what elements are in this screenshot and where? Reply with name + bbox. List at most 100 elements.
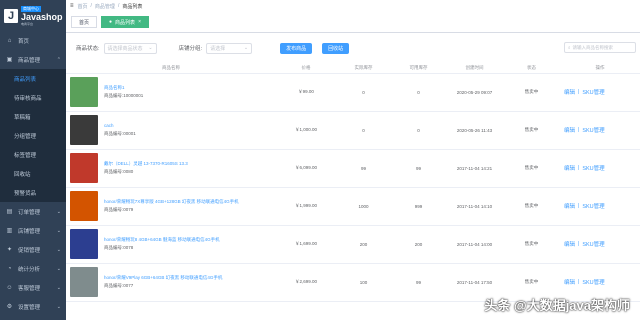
- home-icon: ⌂: [7, 37, 12, 44]
- sidebar-subitem-groups[interactable]: 分组管理: [0, 126, 66, 145]
- created-cell: 2020-05-29 09:07: [446, 73, 503, 112]
- edit-button[interactable]: 编辑: [564, 126, 575, 134]
- sidebar-subitem-recycle[interactable]: 回收站: [0, 164, 66, 183]
- divider: |: [578, 241, 580, 247]
- sidebar-item-service[interactable]: ☺ 客服管理 ⌄: [0, 278, 66, 297]
- header-price[interactable]: 价格: [276, 63, 336, 74]
- sidebar-item-orders[interactable]: ▤ 订单管理 ⌄: [0, 202, 66, 221]
- sidebar-item-settings[interactable]: ⚙ 设置管理 ⌄: [0, 297, 66, 316]
- product-thumbnail[interactable]: [70, 115, 98, 145]
- sidebar-item-promotion[interactable]: ✦ 促销管理 ⌄: [0, 240, 66, 259]
- chevron-down-icon: ⌄: [56, 303, 61, 310]
- sidebar-subitem-pending[interactable]: 待审核商品: [0, 88, 66, 107]
- edit-button[interactable]: 编辑: [564, 202, 575, 210]
- sku-manage-button[interactable]: SKU管理: [582, 126, 604, 134]
- price-cell: ￥1,999.00: [276, 187, 336, 226]
- stats-icon: ◔: [7, 265, 12, 272]
- product-name-link[interactable]: honor/荣耀畅玩7X尊享版 4GB+128GB 幻夜黑 移动联通电信4G手机: [104, 199, 239, 205]
- product-name-link[interactable]: honor/荣耀V9Play 6GB+64GB 幻夜黑 移动联通电信4G手机: [104, 275, 222, 281]
- tag-goods-list[interactable]: ● 商品列表 ×: [101, 16, 149, 28]
- breadcrumb-home[interactable]: 首页: [78, 3, 88, 10]
- stock-cell: 100: [336, 263, 391, 302]
- divider: |: [578, 203, 580, 209]
- product-name-link[interactable]: cach: [104, 123, 136, 129]
- group-filter-label: 店铺分组:: [178, 46, 203, 52]
- available-cell: 99: [391, 149, 446, 188]
- created-cell: 2017-11-04 14:00: [446, 225, 503, 264]
- sku-manage-button[interactable]: SKU管理: [582, 202, 604, 210]
- sidebar-item-goods[interactable]: ▣ 商品管理 ⌃: [0, 50, 66, 69]
- sku-manage-button[interactable]: SKU管理: [582, 164, 604, 172]
- table-header: 商品名称 价格 实际库存 可用库存 创建时间 状态 操作: [66, 63, 640, 74]
- sidebar-item-home[interactable]: ⌂ 首页: [0, 31, 66, 50]
- goods-table: 商品名称 价格 实际库存 可用库存 创建时间 状态 操作 商品名称1 商品编号:…: [66, 63, 640, 302]
- tags-view: 首页 ● 商品列表 ×: [66, 12, 640, 33]
- product-thumbnail[interactable]: [70, 267, 98, 297]
- product-thumbnail[interactable]: [70, 153, 98, 183]
- service-icon: ☺: [6, 284, 13, 291]
- created-cell: 2020-05-26 11:43: [446, 111, 503, 150]
- product-thumbnail[interactable]: [70, 77, 98, 107]
- breadcrumb-goods[interactable]: 商品管理: [95, 3, 115, 10]
- product-name-link[interactable]: 戴尔（DELL）灵越 13-7370-R1605S 13.3: [104, 161, 188, 167]
- product-name-link[interactable]: honor/荣耀畅玩8 4GB+64GB 魅海蓝 移动联通电信4G手机: [104, 237, 220, 243]
- chevron-down-icon: ⌄: [56, 246, 61, 253]
- table-row: honor/荣耀畅玩7X尊享版 4GB+128GB 幻夜黑 移动联通电信4G手机…: [66, 187, 640, 226]
- group-select[interactable]: 请选择 ⌄: [206, 42, 253, 54]
- product-code: 商品编号:0080: [104, 169, 134, 174]
- edit-button[interactable]: 编辑: [564, 278, 575, 286]
- header-stock[interactable]: 实际库存: [336, 63, 391, 74]
- price-cell: ￥1,000.00: [276, 111, 336, 150]
- product-thumbnail[interactable]: [70, 229, 98, 259]
- stock-cell: 0: [336, 73, 391, 112]
- chevron-down-icon: ⌄: [148, 45, 153, 51]
- submenu-goods: 商品列表 待审核商品 草稿箱 分组管理 标签管理 回收站 预警货品: [0, 69, 66, 202]
- status-cell: 售卖中: [503, 149, 560, 188]
- logo[interactable]: J 商城中心 Javashop 电商平台: [0, 0, 66, 31]
- header-available[interactable]: 可用库存: [391, 63, 446, 74]
- tag-home[interactable]: 首页: [71, 16, 98, 28]
- status-select[interactable]: 请选择商品状态 ⌄: [103, 42, 157, 54]
- sku-manage-button[interactable]: SKU管理: [582, 88, 604, 96]
- topbar: ≡ 首页 / 商品管理 / 商品列表: [66, 0, 640, 12]
- close-icon[interactable]: ×: [138, 19, 141, 25]
- hamburger-icon[interactable]: ≡: [70, 3, 74, 9]
- active-dot-icon: ●: [109, 19, 113, 25]
- available-cell: 0: [391, 111, 446, 150]
- order-icon: ▤: [6, 209, 13, 215]
- divider: |: [578, 89, 580, 95]
- sidebar-subitem-drafts[interactable]: 草稿箱: [0, 107, 66, 126]
- product-thumbnail[interactable]: [70, 191, 98, 221]
- product-code: 商品编号:0078: [104, 245, 134, 250]
- available-cell: 200: [391, 225, 446, 264]
- product-code: 商品编号:00001: [104, 131, 136, 136]
- settings-icon: ⚙: [6, 304, 13, 310]
- sidebar: J 商城中心 Javashop 电商平台 ⌂ 首页 ▣ 商品管理 ⌃ 商品列表 …: [0, 0, 66, 320]
- sku-manage-button[interactable]: SKU管理: [582, 240, 604, 248]
- filter-bar: 商品状态: 请选择商品状态 ⌄ 店铺分组: 请选择 ⌄ 发布商品 回收站: [66, 33, 640, 63]
- status-cell: 售卖中: [503, 111, 560, 150]
- sku-manage-button[interactable]: SKU管理: [582, 278, 604, 286]
- sidebar-subitem-warning[interactable]: 预警货品: [0, 183, 66, 202]
- status-cell: 售卖中: [503, 73, 560, 112]
- watermark: 头条 @大数据java架构师: [484, 298, 630, 313]
- sidebar-subitem-tags[interactable]: 标签管理: [0, 145, 66, 164]
- product-name-link[interactable]: 商品名称1: [104, 85, 143, 91]
- stock-cell: 0: [336, 111, 391, 150]
- search-input[interactable]: ⌕ 请输入商品名称搜索: [564, 42, 636, 53]
- price-cell: ￥6,099.00: [276, 149, 336, 188]
- breadcrumb-current: 商品列表: [122, 3, 143, 10]
- logo-mark: J: [4, 8, 18, 23]
- sidebar-item-shop[interactable]: ▥ 店铺管理 ⌄: [0, 221, 66, 240]
- edit-button[interactable]: 编辑: [564, 240, 575, 248]
- publish-button[interactable]: 发布商品: [280, 42, 313, 54]
- logo-text: Javashop: [21, 11, 63, 22]
- edit-button[interactable]: 编辑: [564, 88, 575, 96]
- divider: |: [578, 279, 580, 285]
- sidebar-subitem-goods-list[interactable]: 商品列表: [0, 69, 66, 88]
- recycle-button[interactable]: 回收站: [322, 42, 350, 54]
- price-cell: ￥1,699.00: [276, 225, 336, 264]
- chevron-down-icon: ⌄: [56, 227, 61, 234]
- sidebar-item-stats[interactable]: ◔ 统计分析 ⌄: [0, 259, 66, 278]
- edit-button[interactable]: 编辑: [564, 164, 575, 172]
